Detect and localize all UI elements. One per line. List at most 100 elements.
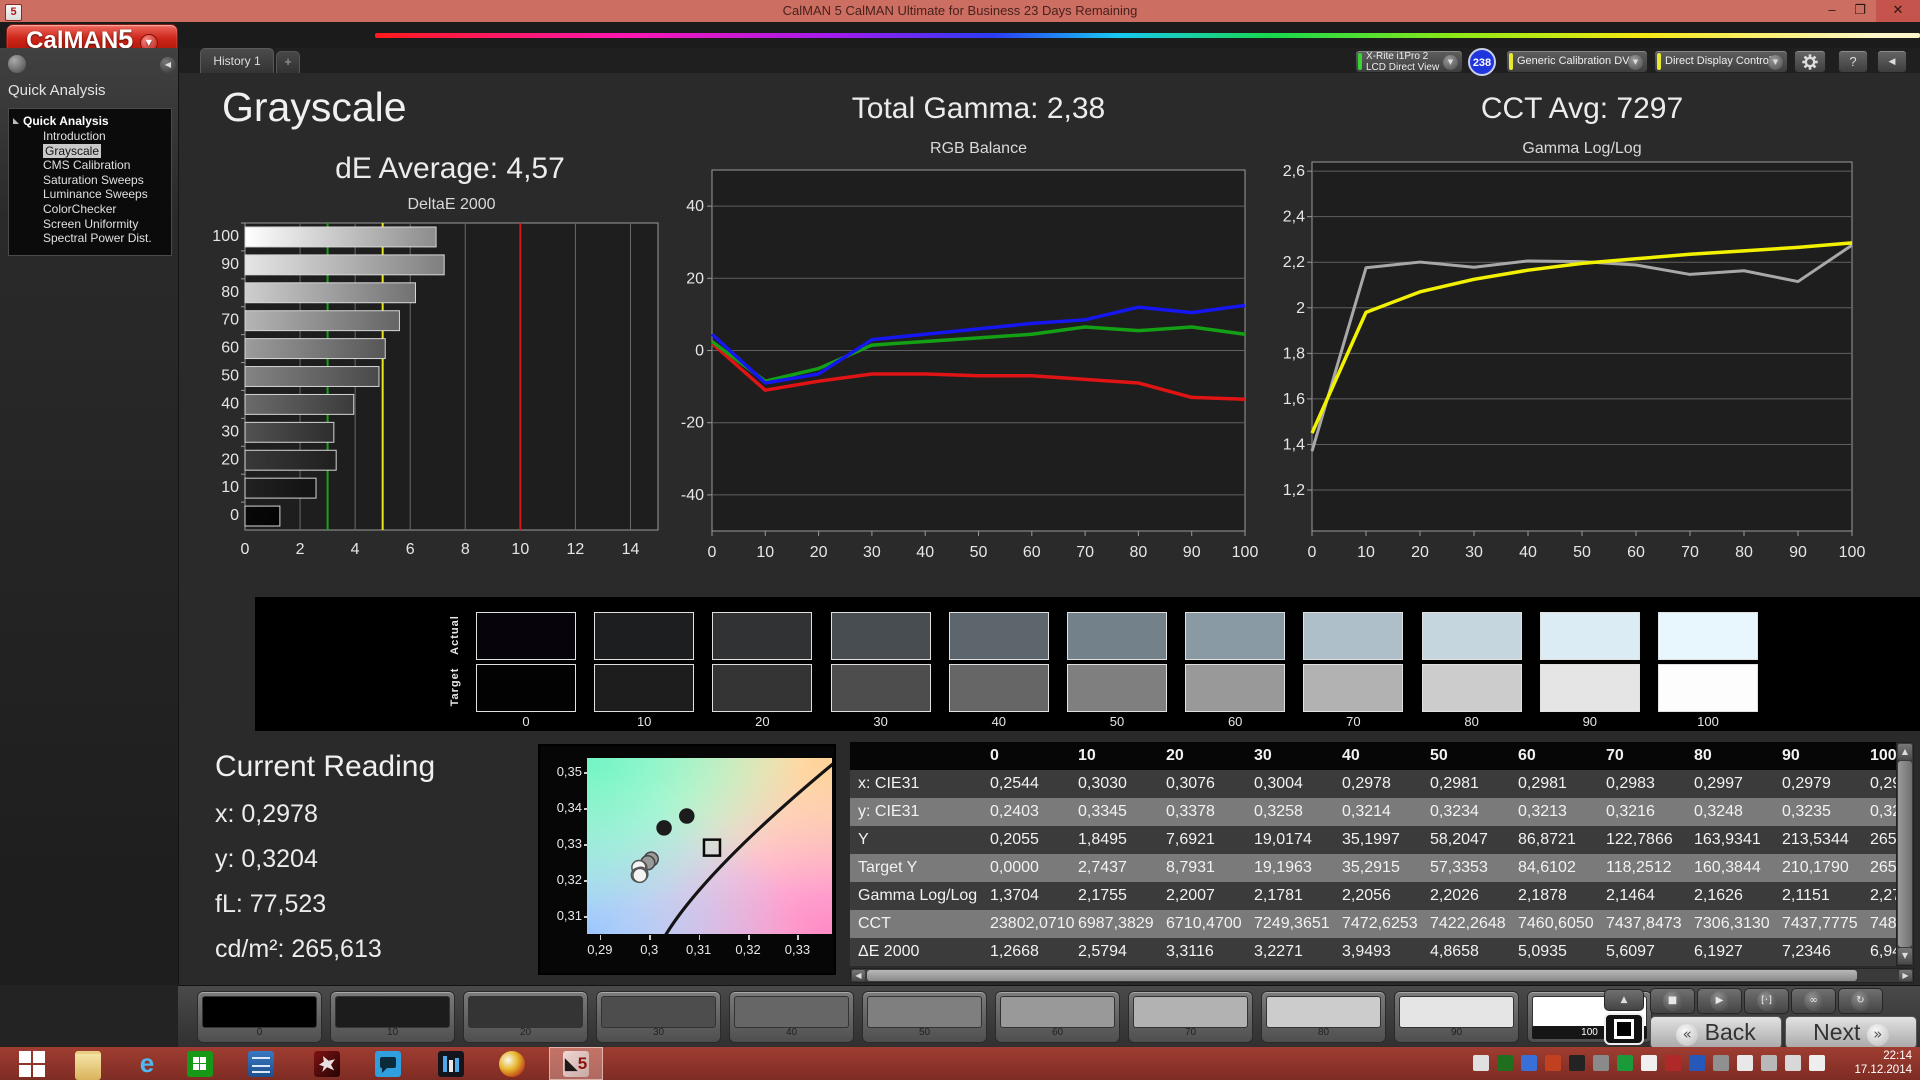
taskbar-icon-paint-palette[interactable] bbox=[499, 1051, 525, 1077]
tab-history-1[interactable]: History 1 bbox=[200, 48, 274, 73]
pattern-button-40[interactable]: 40 bbox=[729, 991, 854, 1043]
tray-icon-catalyst[interactable] bbox=[1689, 1055, 1705, 1071]
pattern-button-70[interactable]: 70 bbox=[1128, 991, 1253, 1043]
sidebar-item-luminance-sweeps[interactable]: Luminance Sweeps bbox=[9, 187, 171, 202]
tray-icon-action-flag[interactable] bbox=[1737, 1055, 1753, 1071]
next-button[interactable]: Next » bbox=[1785, 1016, 1917, 1049]
pattern-range-button[interactable]: [·] bbox=[1744, 988, 1789, 1014]
close-button[interactable]: ✕ bbox=[1876, 0, 1920, 22]
tray-icon-eagle[interactable] bbox=[1641, 1055, 1657, 1071]
cell: 0,32 bbox=[1870, 803, 1896, 820]
source-dropdown[interactable]: Generic Calibration DVD ▼ bbox=[1506, 50, 1648, 73]
sidebar-item-saturation-sweeps[interactable]: Saturation Sweeps bbox=[9, 173, 171, 188]
tray-icon-adobe[interactable] bbox=[1665, 1055, 1681, 1071]
pattern-chip bbox=[1133, 996, 1248, 1028]
sidebar-item-colorchecker[interactable]: ColorChecker bbox=[9, 202, 171, 217]
pattern-button-80[interactable]: 80 bbox=[1261, 991, 1386, 1043]
tray-icon-capture[interactable] bbox=[1569, 1055, 1585, 1071]
vscroll-thumb[interactable] bbox=[1898, 761, 1912, 947]
tray-icon-network[interactable] bbox=[1761, 1055, 1777, 1071]
pattern-up-button[interactable]: ▲ bbox=[1604, 989, 1644, 1011]
display-control-dropdown[interactable]: Direct Display Control ▼ bbox=[1654, 50, 1788, 73]
refresh-button[interactable]: ↻ bbox=[1838, 988, 1883, 1014]
pattern-button-20[interactable]: 20 bbox=[463, 991, 588, 1043]
pattern-button-10[interactable]: 10 bbox=[330, 991, 455, 1043]
pattern-button-90[interactable]: 90 bbox=[1394, 991, 1519, 1043]
collapse-left-icon: ◀ bbox=[1888, 57, 1896, 67]
sidebar-item-cms-calibration[interactable]: CMS Calibration bbox=[9, 158, 171, 173]
svg-text:2: 2 bbox=[296, 541, 305, 558]
tray-icon-k-tool[interactable] bbox=[1593, 1055, 1609, 1071]
sidebar-item-screen-uniformity[interactable]: Screen Uniformity bbox=[9, 217, 171, 232]
pattern-button-60[interactable]: 60 bbox=[995, 991, 1120, 1043]
restore-button[interactable]: ❐ bbox=[1843, 0, 1877, 22]
target-swatch-50 bbox=[1067, 664, 1167, 712]
tree-root[interactable]: Quick Analysis bbox=[9, 109, 171, 129]
actual-row-label: Actual bbox=[449, 615, 461, 655]
taskbar-icon-calman[interactable]: ◣5 bbox=[563, 1051, 589, 1077]
svg-text:2,4: 2,4 bbox=[1283, 209, 1305, 226]
cell: 4,8658 bbox=[1430, 943, 1479, 960]
pattern-button-50[interactable]: 50 bbox=[862, 991, 987, 1043]
deltae-chart-title: DeltaE 2000 bbox=[407, 196, 496, 213]
settings-gear-button[interactable] bbox=[1794, 50, 1826, 73]
pattern-button-0[interactable]: 0 bbox=[197, 991, 322, 1043]
cie-xtick-0.31: 0,31 bbox=[685, 942, 712, 957]
system-clock[interactable]: 22:14 17.12.2014 bbox=[1854, 1050, 1912, 1077]
scroll-right-arrow[interactable]: ▶ bbox=[1899, 970, 1912, 981]
back-button[interactable]: « Back bbox=[1650, 1016, 1782, 1049]
taskbar-icon-start[interactable] bbox=[18, 1051, 45, 1077]
collapse-panel-button[interactable]: ◀ bbox=[1877, 50, 1907, 73]
taskbar-icon-dragon-gaming[interactable] bbox=[314, 1051, 340, 1077]
taskbar-icon-windows-store[interactable] bbox=[187, 1051, 213, 1077]
svg-text:0: 0 bbox=[230, 507, 239, 524]
rainbow-gradient-bar bbox=[375, 33, 1920, 38]
taskbar-icon-control-panel[interactable] bbox=[248, 1051, 274, 1077]
loop-button[interactable]: ∞ bbox=[1791, 988, 1836, 1014]
tray-icon-volume-red[interactable] bbox=[1545, 1055, 1561, 1071]
tray-icon-power[interactable] bbox=[1785, 1055, 1801, 1071]
cell: 0,2978 bbox=[1342, 775, 1391, 792]
hscroll-thumb[interactable] bbox=[867, 970, 1857, 981]
help-icon: ? bbox=[1849, 54, 1857, 69]
scroll-up-arrow[interactable]: ▲ bbox=[1898, 744, 1912, 760]
sidebar-collapse-button[interactable]: ◀ bbox=[160, 57, 176, 73]
scroll-down-arrow[interactable]: ▼ bbox=[1898, 948, 1912, 964]
tray-icon-second-monitor[interactable] bbox=[1713, 1055, 1729, 1071]
row-label: CCT bbox=[858, 915, 891, 932]
tray-icon-xrite-tray[interactable] bbox=[1617, 1055, 1633, 1071]
sidebar-dot-button[interactable] bbox=[8, 55, 26, 73]
tray-icon-input-indicator[interactable] bbox=[1521, 1055, 1537, 1071]
taskbar-icon-internet-explorer[interactable]: e bbox=[134, 1050, 160, 1077]
windows-taskbar: 22:14 17.12.2014 e ◣5 bbox=[0, 1047, 1920, 1080]
stop-button[interactable]: ■ bbox=[1650, 988, 1695, 1014]
deltae-2000-bar-chart: 0 2 4 6 8 10 12 141009080706050403020100 bbox=[212, 222, 659, 558]
sidebar-item-grayscale[interactable]: Grayscale bbox=[9, 143, 171, 159]
add-tab-button[interactable]: + bbox=[276, 51, 300, 73]
taskbar-icon-audio-mixer[interactable] bbox=[438, 1051, 464, 1077]
play-button[interactable]: ▶ bbox=[1697, 988, 1742, 1014]
taskbar-icon-file-explorer[interactable] bbox=[75, 1051, 101, 1080]
pattern-button-30[interactable]: 30 bbox=[596, 991, 721, 1043]
cell: 84,6102 bbox=[1518, 859, 1576, 876]
meter-dropdown[interactable]: X-Rite i1Pro 2 LCD Direct View ▼ bbox=[1355, 50, 1463, 73]
taskbar-icon-messaging[interactable] bbox=[375, 1051, 401, 1077]
meter-count-badge[interactable]: 238 bbox=[1468, 48, 1496, 76]
cell: 86,8721 bbox=[1518, 831, 1576, 848]
cell: 118,2512 bbox=[1606, 859, 1672, 876]
cell: 0,3248 bbox=[1694, 803, 1743, 820]
table-vertical-scrollbar[interactable]: ▲ ▼ bbox=[1896, 742, 1914, 966]
tray-icon-nvidia[interactable] bbox=[1497, 1055, 1513, 1071]
sidebar-item-introduction[interactable]: Introduction bbox=[9, 129, 171, 144]
pattern-window-button[interactable] bbox=[1604, 1013, 1644, 1045]
cell: 2,5794 bbox=[1078, 943, 1127, 960]
table-horizontal-scrollbar[interactable]: ◀ ▶ bbox=[850, 968, 1914, 983]
tray-icon-volume[interactable] bbox=[1809, 1055, 1825, 1071]
help-button[interactable]: ? bbox=[1838, 50, 1868, 73]
sidebar-item-spectral-power-dist-[interactable]: Spectral Power Dist. bbox=[9, 231, 171, 246]
pattern-bar-left-filler bbox=[0, 985, 178, 1047]
tray-icon-task-list[interactable] bbox=[1473, 1055, 1489, 1071]
cell: 23802,0710 bbox=[990, 915, 1074, 932]
target-row-label: Target bbox=[449, 667, 461, 707]
scroll-left-arrow[interactable]: ◀ bbox=[852, 970, 865, 981]
